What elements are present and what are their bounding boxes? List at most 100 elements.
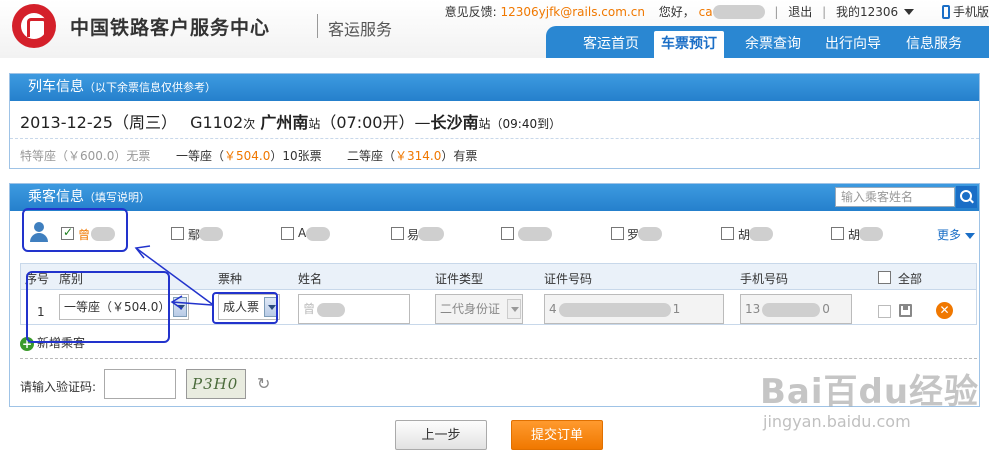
contact-list: 曾 鄢 A 易 罗 胡 胡 更多 <box>10 212 979 258</box>
more-label: 更多 <box>937 228 962 242</box>
contact-checkbox-6[interactable] <box>611 227 624 240</box>
train-info-title: 列车信息 <box>28 79 84 95</box>
refresh-icon[interactable]: ↻ <box>257 374 270 393</box>
submit-order-button[interactable]: 提交订单 <box>511 420 603 450</box>
id-type-value: 二代身份证 <box>440 302 501 316</box>
seat-label: 一等座（ <box>176 149 225 163</box>
contact-checkbox-4[interactable] <box>391 227 404 240</box>
seat-bracket: ） <box>441 149 454 163</box>
passenger-info-title: 乘客信息 <box>28 189 84 205</box>
id-number-suffix: 1 <box>672 302 681 316</box>
col-id-no: 证件号码 <box>544 272 593 286</box>
mobile-phone-icon[interactable] <box>941 4 950 19</box>
search-icon[interactable] <box>956 186 977 208</box>
chevron-down-icon[interactable] <box>507 299 521 319</box>
redacted-id-number <box>558 302 671 317</box>
name-input[interactable]: 曾 <box>298 294 410 324</box>
phone-prefix: 13 <box>745 302 761 316</box>
baidu-jingyan-watermark: Bai百du经验 jingyan.baidu.com <box>760 364 989 456</box>
from-station: 广州南 <box>260 113 309 132</box>
captcha-label: 请输入验证码: <box>20 380 97 394</box>
col-phone: 手机号码 <box>740 272 789 286</box>
seat-availability: 无票 <box>126 149 151 163</box>
seat-availability-special: 特等座（￥600.0）无票 <box>20 147 150 164</box>
to-station-suffix: 站 <box>478 117 491 131</box>
top-utility-bar: 意见反馈: 12306yjfk@rails.com.cn 您好， ca | 退出… <box>445 3 989 21</box>
redacted-name <box>306 227 330 241</box>
train-divider <box>10 138 979 139</box>
chevron-down-icon[interactable] <box>904 8 915 15</box>
logout-link[interactable]: 退出 <box>788 3 812 20</box>
topbar-divider: | <box>774 4 779 19</box>
main-nav: 客运首页 车票预订 余票查询 出行向导 信息服务 <box>546 26 989 58</box>
captcha-input[interactable] <box>104 369 176 399</box>
contact-name-3: A <box>298 226 307 240</box>
passenger-search-input[interactable]: 输入乘客姓名 <box>835 187 955 207</box>
section-divider <box>20 358 977 359</box>
train-number: G1102 <box>190 113 244 132</box>
name-value: 曾 <box>303 302 316 316</box>
seat-bracket: ） <box>270 149 283 163</box>
train-info-panel: 列车信息（以下余票信息仅供参考） 2013-12-25（周三） G1102次 广… <box>9 73 980 169</box>
redacted-name <box>749 227 773 241</box>
col-all: 全部 <box>898 272 923 286</box>
annotation-box-ticket-type <box>212 292 278 324</box>
feedback-email-link[interactable]: 12306yjfk@rails.com.cn <box>500 5 644 19</box>
seat-availability: 有票 <box>453 149 478 163</box>
from-station-suffix: 站 <box>308 117 321 131</box>
annotation-box-seat <box>26 271 170 343</box>
phone-input[interactable]: 13 0 <box>740 294 852 324</box>
brand-subtitle: 客运服务 <box>328 20 393 39</box>
save-icon[interactable] <box>899 304 912 317</box>
contact-checkbox-8[interactable] <box>831 227 844 240</box>
chevron-down-icon <box>965 232 976 239</box>
delete-icon[interactable]: ✕ <box>936 302 953 319</box>
redacted-phone <box>762 302 821 317</box>
seat-availability-second: 二等座（￥314.0）有票 <box>347 147 477 164</box>
redacted-name <box>638 227 662 241</box>
row-checkbox[interactable] <box>878 305 891 318</box>
chevron-down-icon[interactable] <box>173 297 187 317</box>
username-link[interactable]: ca <box>699 5 713 19</box>
prev-step-button[interactable]: 上一步 <box>395 420 487 450</box>
id-type-select[interactable]: 二代身份证 <box>435 294 523 324</box>
watermark-logo: Bai百du经验 <box>760 372 980 412</box>
seat-label: 二等座（ <box>347 149 396 163</box>
arrive-time: （09:40到） <box>490 117 562 131</box>
travel-date: 2013-12-25（周三） <box>20 113 177 132</box>
redacted-name <box>199 227 223 241</box>
depart-time: （07:00开）— <box>320 113 431 132</box>
train-suffix: 次 <box>243 117 256 131</box>
contact-checkbox-5[interactable] <box>501 227 514 240</box>
mobile-version-link[interactable]: 手机版 <box>953 3 989 20</box>
nav-home[interactable]: 客运首页 <box>576 31 646 58</box>
select-all-checkbox[interactable] <box>878 271 891 284</box>
nav-ticket-booking[interactable]: 车票预订 <box>654 31 724 58</box>
redacted-username <box>712 4 765 19</box>
nav-travel-guide[interactable]: 出行向导 <box>818 31 888 58</box>
feedback-label: 意见反馈: <box>444 5 497 19</box>
annotation-box-contact <box>22 208 128 252</box>
nav-info-service[interactable]: 信息服务 <box>899 31 969 58</box>
my12306-menu[interactable]: 我的12306 <box>836 3 898 20</box>
captcha-image[interactable]: P3H0 <box>186 369 246 399</box>
watermark-url: jingyan.baidu.com <box>763 412 911 431</box>
seat-bracket: ） <box>114 149 127 163</box>
contact-checkbox-2[interactable] <box>171 227 184 240</box>
fill-instructions-link[interactable]: （填写说明） <box>84 191 150 204</box>
site-header: 中国铁路客户服务中心 客运服务 意见反馈: 12306yjfk@rails.co… <box>0 0 989 58</box>
greeting-text: 您好， <box>658 5 695 19</box>
seat-availability-first: 一等座（￥504.0）10张票 <box>176 147 322 164</box>
nav-ticket-query[interactable]: 余票查询 <box>738 31 808 58</box>
more-contacts-link[interactable]: 更多 <box>937 226 976 243</box>
col-name: 姓名 <box>298 272 323 286</box>
railway-logo-icon[interactable] <box>12 4 56 48</box>
contact-checkbox-7[interactable] <box>721 227 734 240</box>
seat-label: 特等座（ <box>20 149 69 163</box>
seat-availability: 10张票 <box>282 149 322 163</box>
redacted-name <box>859 227 883 241</box>
contact-checkbox-3[interactable] <box>281 227 294 240</box>
seat-price: ￥600.0 <box>68 149 115 163</box>
id-number-input[interactable]: 41 <box>544 294 724 324</box>
phone-suffix: 0 <box>822 302 830 316</box>
